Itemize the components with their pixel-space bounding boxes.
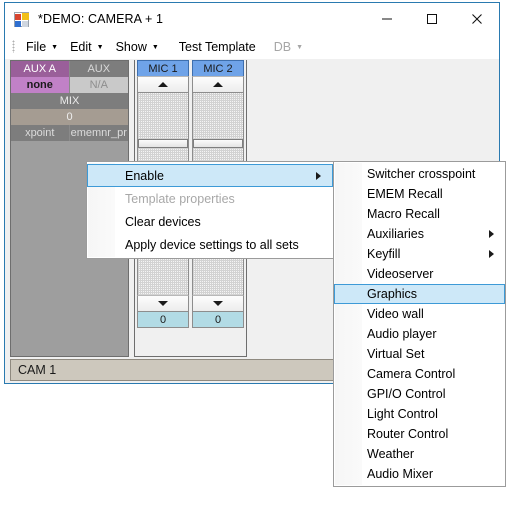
submenu-item-audio-player-label: Audio player (367, 327, 437, 341)
menu-item-edit[interactable]: Edit ▼ (64, 37, 109, 57)
submenu-item-video-wall-label: Video wall (367, 307, 424, 321)
status-bar-text: CAM 1 (18, 363, 57, 377)
menu-item-file[interactable]: File ▼ (20, 37, 64, 57)
aux-header-row: AUX A AUX (11, 61, 128, 77)
maximize-button[interactable] (409, 3, 454, 34)
submenu-item-video-wall[interactable]: Video wall (334, 304, 505, 324)
aux-header: AUX (69, 61, 128, 77)
submenu-item-auxiliaries[interactable]: Auxiliaries (334, 224, 505, 244)
context-menu-item-apply-device-settings-label: Apply device settings to all sets (125, 237, 299, 252)
context-menu-item-apply-device-settings[interactable]: Apply device settings to all sets (87, 233, 333, 256)
submenu-arrow-icon (489, 230, 494, 238)
submenu-item-virtual-set[interactable]: Virtual Set (334, 344, 505, 364)
context-menu-item-clear-devices-label: Clear devices (125, 214, 201, 229)
submenu-item-router-control-label: Router Control (367, 427, 449, 441)
mic-1-down-button[interactable] (137, 295, 189, 312)
submenu-item-switcher-crosspoint-label: Switcher crosspoint (367, 167, 476, 181)
menu-item-test-template[interactable]: Test Template (173, 37, 262, 57)
minimize-button[interactable] (364, 3, 409, 34)
mic-2-header: MIC 2 (192, 60, 244, 76)
submenu-item-light-control[interactable]: Light Control (334, 404, 505, 424)
submenu-item-audio-mixer[interactable]: Audio Mixer (334, 464, 505, 484)
mic-2-fader-thumb[interactable] (193, 139, 243, 148)
mix-header: MIX (11, 93, 128, 109)
submenu-item-videoserver-label: Videoserver (367, 267, 434, 281)
mic-1-fader-thumb[interactable] (138, 139, 188, 148)
submenu-item-auxiliaries-label: Auxiliaries (367, 227, 424, 241)
aux-value[interactable]: N/A (69, 77, 128, 93)
context-menu-item-template-properties: Template properties (87, 187, 333, 210)
submenu-item-graphics[interactable]: Graphics (334, 284, 505, 304)
submenu-item-videoserver[interactable]: Videoserver (334, 264, 505, 284)
menu-item-show[interactable]: Show ▼ (110, 37, 165, 57)
mic-2-up-button[interactable] (192, 76, 244, 93)
submenu-arrow-icon (316, 171, 321, 180)
screen-root: *DEMO: CAMERA + 1 File ▼ Edit ▼ Show ▼ T… (0, 0, 510, 524)
mic-1-header: MIC 1 (137, 60, 189, 76)
chevron-down-icon: ▼ (51, 44, 59, 51)
submenu-item-audio-player[interactable]: Audio player (334, 324, 505, 344)
chevron-down-icon: ▼ (151, 44, 159, 51)
title-bar: *DEMO: CAMERA + 1 (5, 3, 499, 34)
triangle-up-icon (158, 82, 168, 87)
mix-header-row: MIX (11, 93, 128, 109)
mic-2-down-button[interactable] (192, 295, 244, 312)
menu-grip-handle[interactable] (12, 40, 15, 53)
mix-value-row: 0 (11, 109, 128, 125)
aux-value-row: none N/A (11, 77, 128, 93)
submenu-item-weather[interactable]: Weather (334, 444, 505, 464)
submenu-item-camera-control-label: Camera Control (367, 367, 456, 381)
submenu-arrow-icon (489, 250, 494, 258)
context-menu-item-enable[interactable]: Enable (87, 164, 333, 187)
mic-2-value[interactable]: 0 (192, 312, 244, 328)
menu-item-show-label: Show (115, 39, 147, 54)
submenu-item-weather-label: Weather (367, 447, 415, 461)
window-controls (364, 3, 499, 34)
xpoint-header-row: xpoint ememnr_pr (11, 125, 128, 141)
submenu-item-macro-recall-label: Macro Recall (367, 207, 440, 221)
chevron-down-icon: ▼ (296, 44, 304, 51)
context-menu-item-clear-devices[interactable]: Clear devices (87, 210, 333, 233)
chevron-down-icon: ▼ (96, 44, 104, 51)
submenu-item-graphics-label: Graphics (367, 287, 418, 301)
menu-item-edit-label: Edit (70, 39, 92, 54)
mix-value[interactable]: 0 (11, 109, 128, 125)
menu-item-file-label: File (26, 39, 47, 54)
mic-1-value[interactable]: 0 (137, 312, 189, 328)
submenu-item-gpio-control[interactable]: GPI/O Control (334, 384, 505, 404)
submenu-item-virtual-set-label: Virtual Set (367, 347, 425, 361)
close-button[interactable] (454, 3, 499, 34)
xpoint-header: xpoint (11, 125, 70, 141)
submenu-item-router-control[interactable]: Router Control (334, 424, 505, 444)
ememnr-header: ememnr_pr (69, 125, 128, 141)
enable-submenu: Switcher crosspoint EMEM Recall Macro Re… (333, 161, 506, 487)
submenu-item-light-control-label: Light Control (367, 407, 438, 421)
triangle-down-icon (158, 301, 168, 306)
aux-a-value[interactable]: none (11, 77, 70, 93)
app-grid-icon (14, 11, 30, 27)
submenu-item-macro-recall[interactable]: Macro Recall (334, 204, 505, 224)
mic-1-up-button[interactable] (137, 76, 189, 93)
context-menu: Enable Template properties Clear devices… (86, 161, 334, 259)
submenu-item-gpio-control-label: GPI/O Control (367, 387, 446, 401)
submenu-item-audio-mixer-label: Audio Mixer (367, 467, 433, 481)
submenu-item-camera-control[interactable]: Camera Control (334, 364, 505, 384)
submenu-item-switcher-crosspoint[interactable]: Switcher crosspoint (334, 164, 505, 184)
submenu-item-keyfill[interactable]: Keyfill (334, 244, 505, 264)
aux-a-header: AUX A (11, 61, 70, 77)
submenu-item-keyfill-label: Keyfill (367, 247, 401, 261)
menu-item-db: DB ▼ (268, 37, 309, 57)
context-menu-item-enable-label: Enable (125, 168, 164, 183)
submenu-item-emem-recall-label: EMEM Recall (367, 187, 443, 201)
menu-bar: File ▼ Edit ▼ Show ▼ Test Template DB ▼ (5, 34, 499, 59)
submenu-item-emem-recall[interactable]: EMEM Recall (334, 184, 505, 204)
menu-item-db-label: DB (273, 39, 292, 54)
triangle-up-icon (213, 82, 223, 87)
menu-item-test-template-label: Test Template (178, 39, 256, 54)
triangle-down-icon (213, 301, 223, 306)
context-menu-item-template-properties-label: Template properties (125, 191, 235, 206)
window-title: *DEMO: CAMERA + 1 (38, 11, 163, 26)
